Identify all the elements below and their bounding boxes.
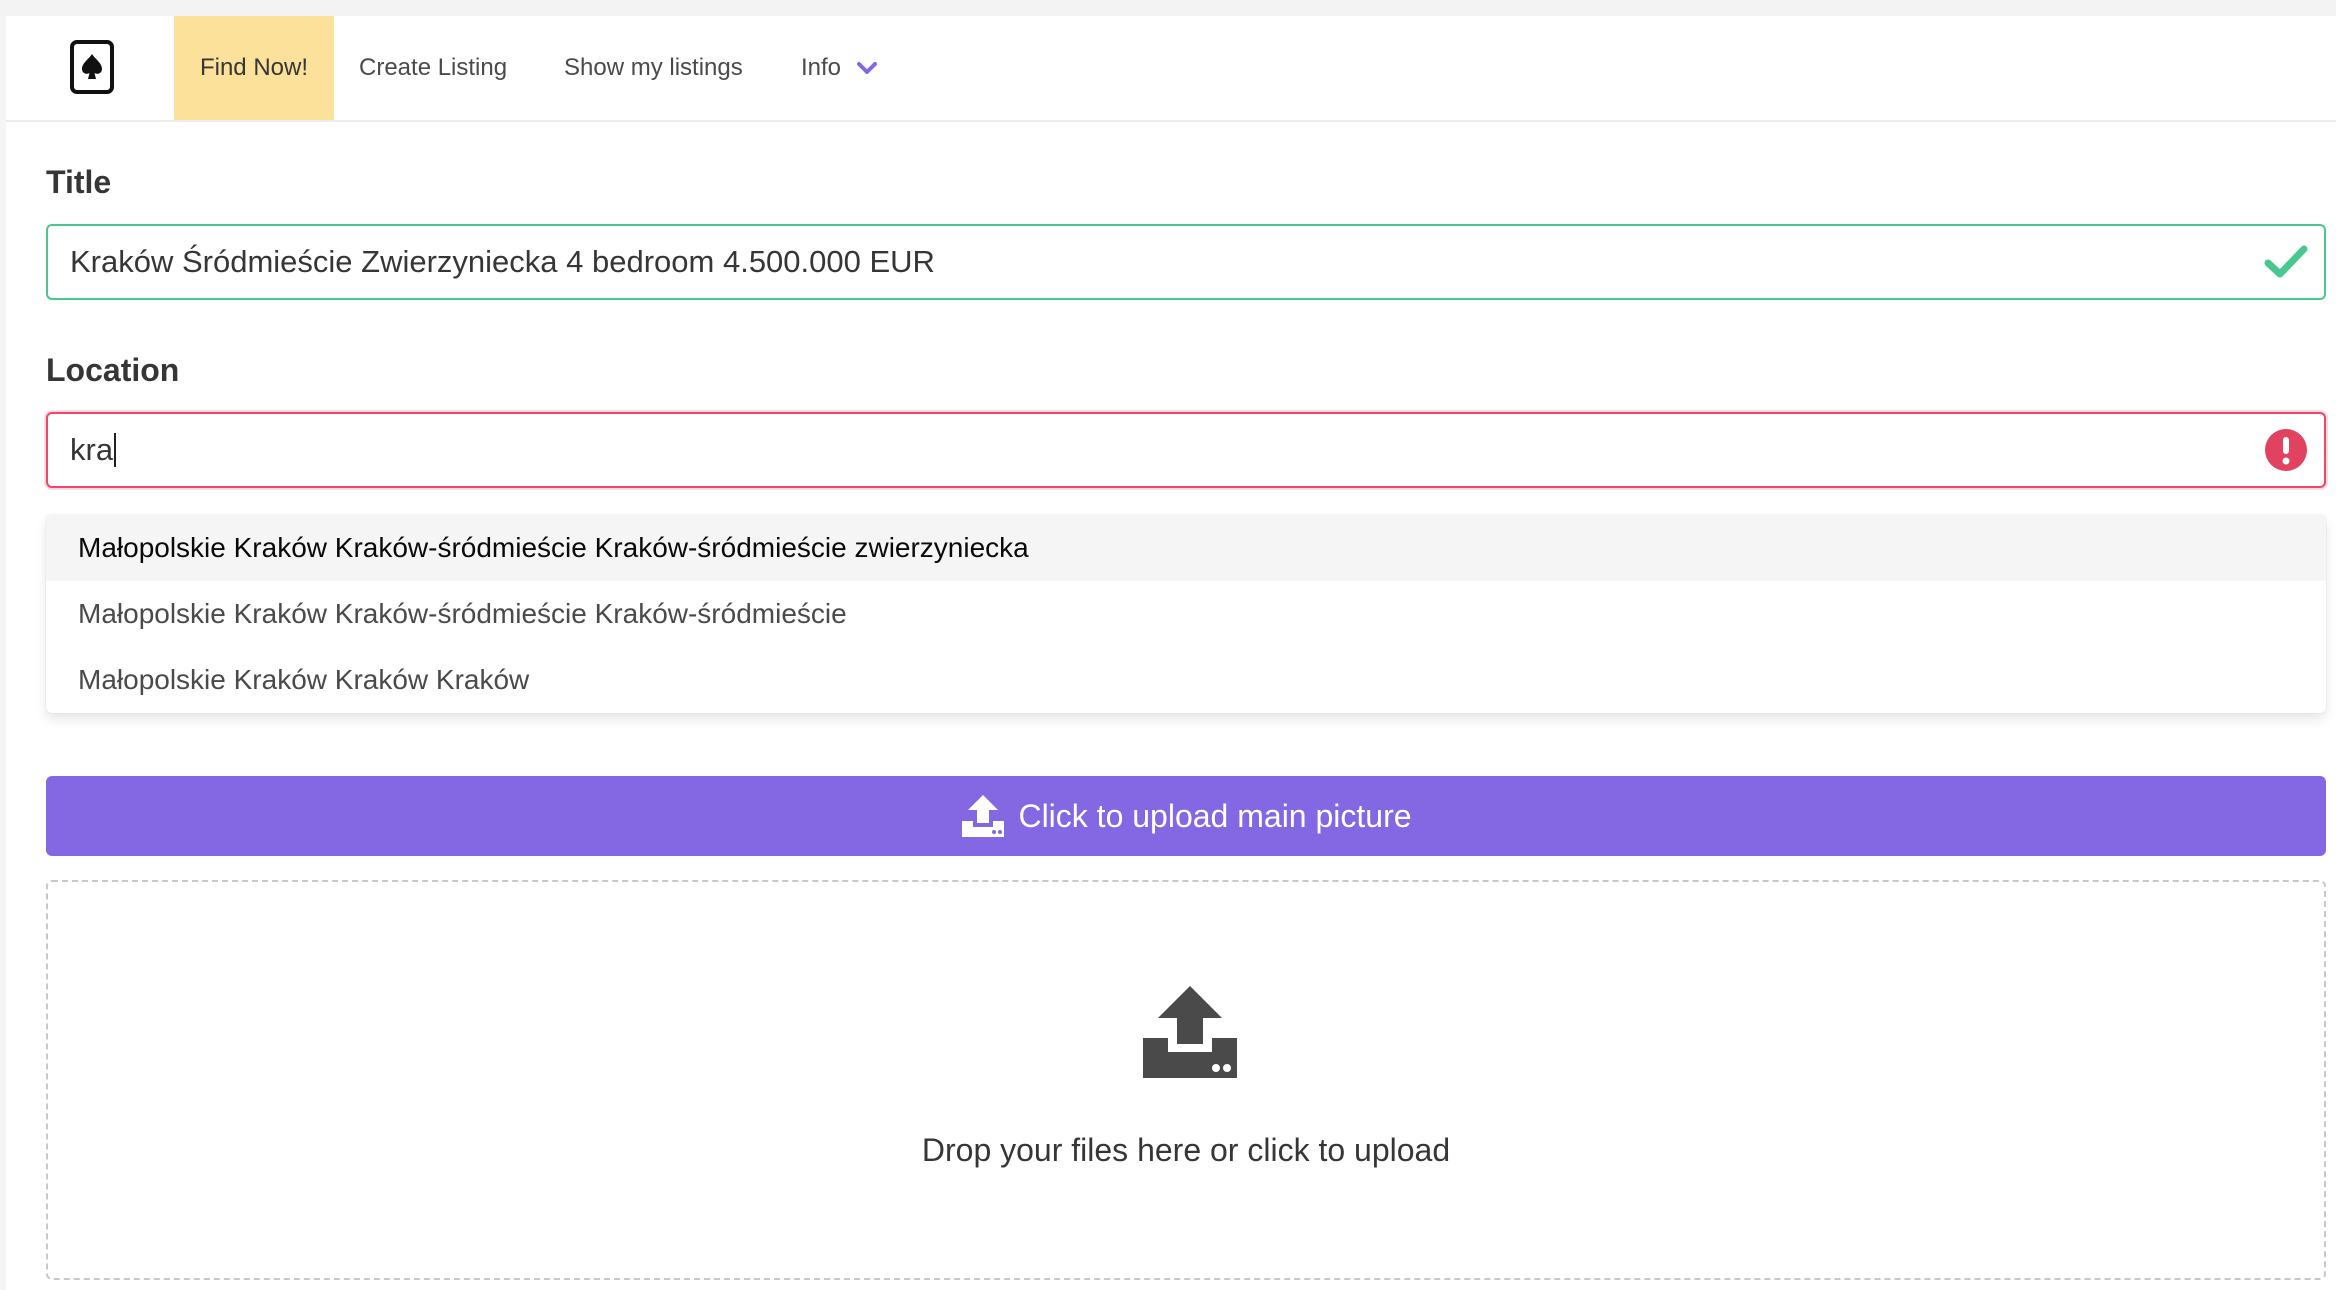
window-top-strip: [0, 0, 2336, 16]
nav-create-listing[interactable]: Create Listing: [359, 16, 507, 120]
file-dropzone[interactable]: Drop your files here or click to upload: [46, 880, 2326, 1280]
nav-show-my-listings[interactable]: Show my listings: [564, 16, 743, 120]
title-input-value: Kraków Śródmieście Zwierzyniecka 4 bedro…: [70, 244, 935, 279]
listing-form: Title Kraków Śródmieście Zwierzyniecka 4…: [6, 122, 2336, 1290]
dropzone-text: Drop your files here or click to upload: [921, 1132, 1451, 1168]
navbar: Find Now! Create Listing Show my listing…: [6, 16, 2336, 122]
nav-info-dropdown[interactable]: Info: [801, 16, 878, 120]
upload-icon: [960, 793, 1006, 839]
logo[interactable]: [66, 37, 118, 97]
location-input-value: kra: [70, 432, 114, 467]
suggestion-item[interactable]: Małopolskie Kraków Kraków-śródmieście Kr…: [46, 515, 2326, 581]
spade-card-icon: [70, 40, 114, 94]
title-input[interactable]: Kraków Śródmieście Zwierzyniecka 4 bedro…: [46, 224, 2326, 300]
location-input[interactable]: kra: [46, 412, 2326, 488]
location-suggestions-dropdown: Małopolskie Kraków Kraków-śródmieście Kr…: [46, 515, 2326, 713]
nav-show-my-listings-label: Show my listings: [564, 54, 743, 81]
text-caret: [114, 433, 117, 467]
upload-main-picture-button[interactable]: Click to upload main picture: [46, 776, 2326, 856]
checkmark-icon: [2264, 240, 2308, 284]
nav-find-now[interactable]: Find Now!: [174, 16, 334, 120]
suggestion-item[interactable]: Małopolskie Kraków Kraków-śródmieście Kr…: [46, 581, 2326, 647]
upload-main-picture-label: Click to upload main picture: [1018, 797, 1412, 834]
location-label: Location: [46, 352, 180, 388]
title-label: Title: [46, 164, 112, 200]
nav-create-listing-label: Create Listing: [359, 54, 508, 81]
suggestion-label: Małopolskie Kraków Kraków-śródmieście Kr…: [78, 532, 1029, 563]
suggestion-label: Małopolskie Kraków Kraków Kraków: [78, 664, 530, 695]
chevron-down-icon: [857, 61, 878, 75]
upload-icon: [1143, 986, 1237, 1078]
suggestion-item[interactable]: Małopolskie Kraków Kraków Kraków: [46, 647, 2326, 713]
nav-info-label: Info: [801, 54, 842, 81]
exclamation-circle-icon: [2264, 428, 2308, 472]
nav-find-now-label: Find Now!: [199, 54, 309, 81]
suggestion-label: Małopolskie Kraków Kraków-śródmieście Kr…: [78, 598, 847, 629]
